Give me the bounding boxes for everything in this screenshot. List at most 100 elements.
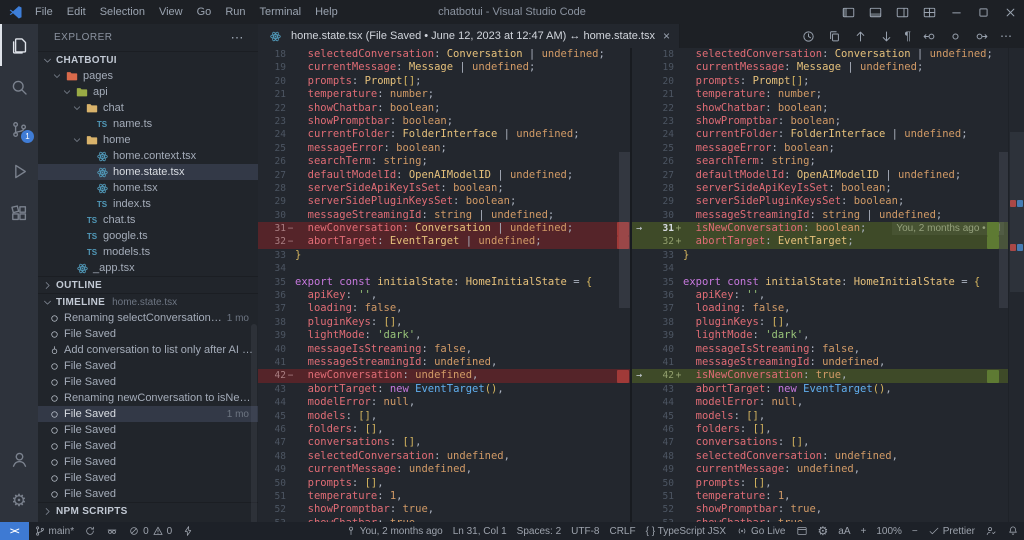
code-line-left-29[interactable]: 29 serverSidePluginKeysSet: boolean; (258, 195, 630, 208)
code-line-left-35[interactable]: 35 export const initialState: HomeInitial… (258, 276, 630, 289)
code-line-left-50[interactable]: 50 prompts: [], (258, 477, 630, 490)
code-line-right-19[interactable]: 19 currentMessage: Message | undefined; (632, 61, 1008, 74)
menu-selection[interactable]: Selection (93, 3, 152, 21)
tree-item-models-ts[interactable]: TS models.ts (38, 244, 258, 260)
status-thunder-client[interactable] (177, 522, 199, 540)
tree-item-home-state-tsx[interactable]: home.state.tsx (38, 164, 258, 180)
code-line-right-24[interactable]: 24 currentFolder: FolderInterface | unde… (632, 128, 1008, 141)
timeline-item[interactable]: File Saved 1 mo (38, 406, 258, 422)
code-line-right-32[interactable]: 32 + abortTarget: EventTarget; (632, 235, 1008, 249)
close-icon[interactable]: × (663, 29, 670, 43)
history-icon[interactable] (801, 29, 816, 44)
tree-item-name-ts[interactable]: TS name.ts (38, 116, 258, 132)
activity-settings[interactable]: ⚙ (0, 480, 38, 522)
code-line-right-30[interactable]: 30 messageStreamingId: string | undefine… (632, 209, 1008, 222)
diff-overview-ruler[interactable] (1008, 48, 1024, 522)
timeline-item[interactable]: Renaming newConversation to isNewC... (38, 390, 258, 406)
tab-home-state-diff[interactable]: home.state.tsx (File Saved • June 12, 20… (258, 24, 680, 48)
code-line-right-31[interactable]: → 31 + isNewConversation: boolean; You, 2 m… (632, 222, 1008, 236)
arrow-up-icon[interactable] (853, 29, 868, 44)
timeline-item[interactable]: Add conversation to list only after AI m… (38, 342, 258, 358)
close-button[interactable] (997, 0, 1024, 24)
code-line-left-27[interactable]: 27 defaultModelId: OpenAIModelID | undef… (258, 169, 630, 182)
code-line-right-35[interactable]: 35 export const initialState: HomeInitial… (632, 276, 1008, 289)
timeline-item[interactable]: File Saved (38, 438, 258, 454)
code-line-right-27[interactable]: 27 defaultModelId: OpenAIModelID | undef… (632, 169, 1008, 182)
timeline-item[interactable]: File Saved (38, 326, 258, 342)
code-line-right-36[interactable]: 36 apiKey: '', (632, 289, 1008, 302)
overview-slider[interactable] (1010, 132, 1024, 292)
menu-terminal[interactable]: Terminal (253, 3, 309, 21)
status-cursor-position[interactable]: Ln 31, Col 1 (448, 526, 512, 537)
code-line-right-43[interactable]: 43 abortTarget: new EventTarget(), (632, 383, 1008, 396)
status-browser-preview[interactable] (791, 525, 813, 537)
timeline-item[interactable]: File Saved (38, 358, 258, 374)
code-line-left-40[interactable]: 40 messageIsStreaming: false, (258, 343, 630, 356)
code-line-right-33[interactable]: 33} (632, 249, 1008, 262)
code-line-right-49[interactable]: 49 currentMessage: undefined, (632, 463, 1008, 476)
code-line-right-53[interactable]: 53 showChatbar: true, (632, 517, 1008, 522)
code-line-right-23[interactable]: 23 showPromptbar: boolean; (632, 115, 1008, 128)
status-indentation[interactable]: Spaces: 2 (512, 526, 566, 537)
minimize-button[interactable] (943, 0, 970, 24)
arrow-down-icon[interactable] (879, 29, 894, 44)
code-line-right-47[interactable]: 47 conversations: [], (632, 436, 1008, 449)
code-line-left-32[interactable]: 32− abortTarget: EventTarget | undefined… (258, 235, 630, 249)
status-gitlens[interactable] (101, 522, 123, 540)
code-line-left-26[interactable]: 26 searchTerm: string; (258, 155, 630, 168)
pilcrow-icon[interactable]: ¶ (905, 30, 911, 42)
sidebar-scrollbar[interactable] (251, 324, 257, 522)
status-settings-sync[interactable]: ⚙ (813, 525, 834, 537)
status-zoom-level[interactable]: 100% (871, 526, 907, 537)
status-zoom-in[interactable]: + (856, 526, 872, 537)
more-actions-icon[interactable]: ⋯ (231, 30, 245, 46)
right-overview-ruler[interactable] (986, 48, 1008, 522)
code-line-left-41[interactable]: 41 messageStreamingId: undefined, (258, 356, 630, 369)
code-line-left-33[interactable]: 33} (258, 249, 630, 262)
code-line-right-28[interactable]: 28 serverSideApiKeyIsSet: boolean; (632, 182, 1008, 195)
status-prettier[interactable]: Prettier (923, 525, 980, 537)
code-line-right-44[interactable]: 44 modelError: null, (632, 396, 1008, 409)
code-line-right-20[interactable]: 20 prompts: Prompt[]; (632, 75, 1008, 88)
activity-account[interactable] (0, 438, 38, 480)
tree-item-chat[interactable]: chat (38, 100, 258, 116)
menu-edit[interactable]: Edit (60, 3, 93, 21)
code-line-left-52[interactable]: 52 showPromptbar: true, (258, 503, 630, 516)
code-line-left-36[interactable]: 36 apiKey: '', (258, 289, 630, 302)
timeline-item[interactable]: File Saved (38, 422, 258, 438)
code-line-left-53[interactable]: 53 showChatbar: true, (258, 517, 630, 522)
code-line-left-39[interactable]: 39 lightMode: 'dark', (258, 329, 630, 342)
layout-sidebar-right-icon[interactable] (889, 0, 916, 24)
activity-run-debug[interactable] (0, 150, 38, 192)
section-npm-scripts[interactable]: NPM SCRIPTS (38, 502, 258, 519)
code-line-right-26[interactable]: 26 searchTerm: string; (632, 155, 1008, 168)
code-line-right-22[interactable]: 22 showChatbar: boolean; (632, 102, 1008, 115)
code-line-right-48[interactable]: 48 selectedConversation: undefined, (632, 450, 1008, 463)
menu-file[interactable]: File (28, 3, 60, 21)
code-line-left-48[interactable]: 48 selectedConversation: undefined, (258, 450, 630, 463)
code-line-right-38[interactable]: 38 pluginKeys: [], (632, 316, 1008, 329)
code-line-right-50[interactable]: 50 prompts: [], (632, 477, 1008, 490)
tree-item-google-ts[interactable]: TS google.ts (38, 228, 258, 244)
prev-change-icon[interactable] (922, 29, 937, 44)
tree-item-index-ts[interactable]: TS index.ts (38, 196, 258, 212)
code-line-left-25[interactable]: 25 messageError: boolean; (258, 142, 630, 155)
section-timeline[interactable]: TIMELINE home.state.tsx (38, 293, 258, 310)
layout-grid-icon[interactable] (916, 0, 943, 24)
code-line-left-20[interactable]: 20 prompts: Prompt[]; (258, 75, 630, 88)
code-line-left-28[interactable]: 28 serverSideApiKeyIsSet: boolean; (258, 182, 630, 195)
code-line-right-18[interactable]: 18 selectedConversation: Conversation | … (632, 48, 1008, 61)
code-line-right-25[interactable]: 25 messageError: boolean; (632, 142, 1008, 155)
tree-item-_app-tsx[interactable]: _app.tsx (38, 260, 258, 276)
status-problems[interactable]: 00 (123, 522, 177, 540)
status-notifications[interactable] (1002, 525, 1024, 537)
section-outline[interactable]: OUTLINE (38, 276, 258, 293)
more-icon[interactable]: ⋯ (1000, 30, 1012, 42)
code-line-left-47[interactable]: 47 conversations: [], (258, 436, 630, 449)
code-line-left-18[interactable]: 18 selectedConversation: Conversation | … (258, 48, 630, 61)
code-line-right-42[interactable]: → 42 + isNewConversation: true, (632, 369, 1008, 383)
code-line-left-21[interactable]: 21 temperature: number; (258, 88, 630, 101)
right-scrollbar[interactable] (999, 152, 1008, 308)
tree-item-pages[interactable]: pages (38, 68, 258, 84)
code-line-right-40[interactable]: 40 messageIsStreaming: false, (632, 343, 1008, 356)
